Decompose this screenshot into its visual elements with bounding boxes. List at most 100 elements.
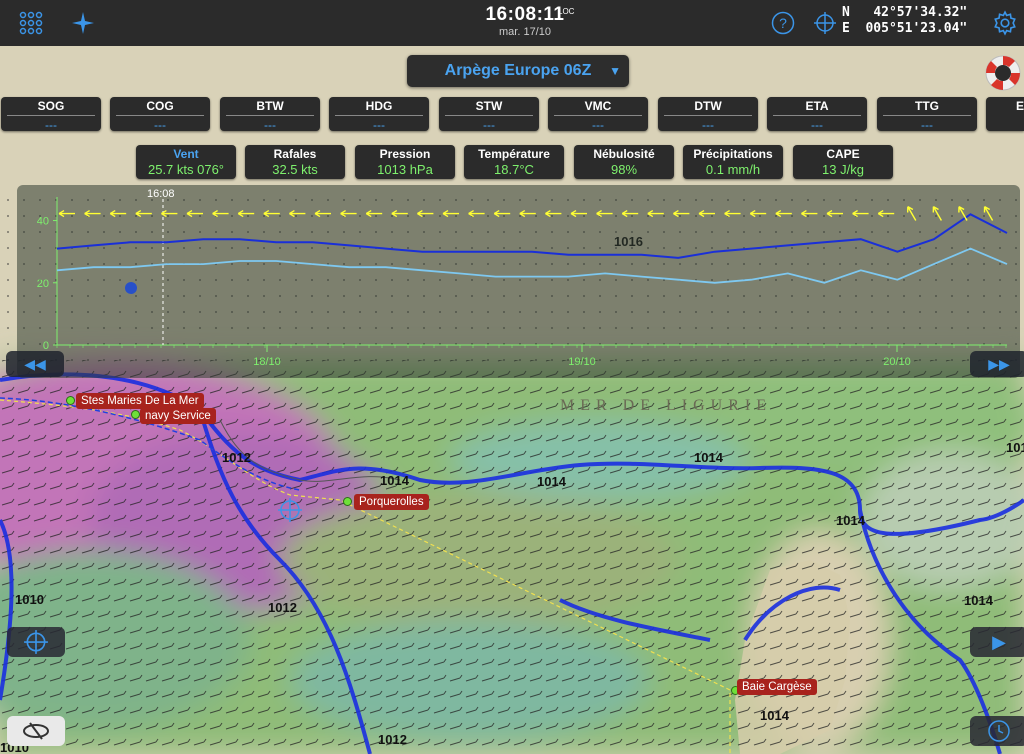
weather-precipitation[interactable]: Précipitations 0.1 mm/h bbox=[683, 145, 783, 179]
lat-hemisphere: N bbox=[842, 5, 850, 20]
wind-direction-arrow bbox=[801, 209, 818, 218]
waypoint-dot[interactable] bbox=[343, 497, 352, 506]
weather-value: 25.7 kts 076° bbox=[147, 162, 225, 177]
instrument-eta[interactable]: ETA --- bbox=[767, 97, 867, 132]
map-rotation-button[interactable] bbox=[7, 716, 65, 746]
weather-label: Rafales bbox=[273, 147, 317, 161]
grid-menu-icon[interactable] bbox=[16, 8, 46, 38]
isobar-label: 1014 bbox=[964, 593, 994, 608]
weather-cloud-cover[interactable]: Nébulosité 98% bbox=[574, 145, 674, 179]
isobar-label: 1012 bbox=[378, 732, 407, 747]
wind-direction-arrow bbox=[519, 209, 536, 218]
place-label-navy-service[interactable]: navy Service bbox=[140, 408, 216, 424]
instrument-hdg[interactable]: HDG --- bbox=[329, 97, 429, 132]
weather-wind[interactable]: Vent 25.7 kts 076° bbox=[136, 145, 236, 179]
clock-icon bbox=[988, 720, 1010, 742]
crosshair-icon[interactable] bbox=[810, 8, 840, 38]
place-label-baie-cargese[interactable]: Baie Cargèse bbox=[737, 679, 817, 695]
wind-direction-arrow bbox=[907, 206, 917, 221]
weather-temperature[interactable]: Température 18.7°C bbox=[464, 145, 564, 179]
instrument-cog[interactable]: COG --- bbox=[110, 97, 210, 132]
instrument-label: DTW bbox=[694, 99, 722, 113]
weather-gusts[interactable]: Rafales 32.5 kts bbox=[245, 145, 345, 179]
weather-pressure[interactable]: Pression 1013 hPa bbox=[355, 145, 455, 179]
wind-direction-arrow bbox=[84, 209, 101, 218]
x-tick-label: 18/10 bbox=[253, 356, 281, 368]
weather-value: 18.7°C bbox=[494, 162, 534, 177]
instrument-label: TTG bbox=[915, 99, 939, 113]
isobar-label: 1014 bbox=[694, 450, 724, 465]
instrument-value: --- bbox=[483, 118, 495, 132]
wind-direction-arrow bbox=[391, 209, 408, 218]
wind-direction-arrow bbox=[314, 209, 331, 218]
instrument-value: --- bbox=[264, 118, 276, 132]
time-clock-button[interactable] bbox=[970, 716, 1024, 746]
place-label-stes-maries[interactable]: Stes Maries De La Mer bbox=[76, 393, 204, 409]
weather-model-label: Arpège Europe 06Z bbox=[444, 62, 592, 79]
sea-label: MER DE LIGURIE bbox=[560, 397, 772, 414]
graph-back-button[interactable]: ◀◀ bbox=[6, 351, 64, 377]
wind-direction-arrow bbox=[442, 209, 459, 218]
wind-direction-arrow bbox=[647, 209, 664, 218]
wind-direction-arrow bbox=[468, 209, 485, 218]
help-icon[interactable]: ? bbox=[768, 8, 798, 38]
instrument-label: SOG bbox=[37, 99, 65, 113]
dropdown-caret-icon: ▼ bbox=[609, 64, 621, 78]
wind-direction-arrow bbox=[983, 206, 994, 221]
y-tick-label: 20 bbox=[37, 278, 49, 290]
settings-gear-icon[interactable] bbox=[990, 8, 1020, 38]
instrument-label: ETA bbox=[805, 99, 829, 113]
isobar-label: 1014 bbox=[537, 474, 567, 489]
instrument-ttg[interactable]: TTG --- bbox=[877, 97, 977, 132]
instrument-btw[interactable]: BTW --- bbox=[220, 97, 320, 132]
y-tick-label: 40 bbox=[37, 216, 49, 228]
instrument-label: VMC bbox=[584, 99, 612, 113]
instrument-value: --- bbox=[921, 118, 933, 132]
series-line bbox=[56, 213, 1008, 259]
instrument-value: --- bbox=[154, 118, 166, 132]
clock: 16:08:11 LOC mar. 17/10 bbox=[470, 4, 580, 38]
lon-hemisphere: E bbox=[842, 21, 850, 36]
lifebuoy-icon[interactable] bbox=[983, 53, 1023, 93]
instrument-label: STW bbox=[475, 99, 503, 113]
instrument-value: --- bbox=[45, 118, 57, 132]
instrument-vmc[interactable]: VMC --- bbox=[548, 97, 648, 132]
wind-direction-arrow bbox=[58, 209, 75, 218]
weather-label: Pression bbox=[379, 147, 431, 161]
x-tick-label: 20/10 bbox=[883, 356, 911, 368]
rotate-map-icon bbox=[23, 722, 49, 740]
isobar-label: 1014 bbox=[760, 708, 790, 723]
weather-value: 0.1 mm/h bbox=[705, 162, 761, 177]
waypoint-dot[interactable] bbox=[66, 396, 75, 405]
wind-direction-arrow bbox=[852, 209, 869, 218]
instrument-e[interactable]: E bbox=[986, 97, 1024, 131]
waypoint-dot[interactable] bbox=[131, 410, 140, 419]
wind-direction-arrow bbox=[698, 209, 715, 218]
instrument-value: --- bbox=[702, 118, 714, 132]
instrument-dtw[interactable]: DTW --- bbox=[658, 97, 758, 132]
wind-direction-arrow bbox=[340, 209, 357, 218]
x-tick-label: 19/10 bbox=[568, 356, 596, 368]
instrument-value: --- bbox=[373, 118, 385, 132]
play-forecast-button[interactable]: ▶ bbox=[970, 627, 1024, 657]
center-on-boat-button[interactable] bbox=[7, 627, 65, 657]
weather-value: 32.5 kts bbox=[272, 162, 318, 177]
weather-cape[interactable]: CAPE 13 J/kg bbox=[793, 145, 893, 179]
place-label-porquerolles[interactable]: Porquerolles bbox=[354, 494, 429, 510]
wind-direction-arrow bbox=[932, 206, 943, 221]
isobar-label: 1014 bbox=[836, 513, 866, 528]
wind-direction-arrow bbox=[673, 209, 690, 218]
instrument-sog[interactable]: SOG --- bbox=[1, 97, 101, 132]
graph-forward-button[interactable]: ▶▶ bbox=[970, 351, 1024, 377]
compass-star-icon[interactable] bbox=[68, 8, 98, 38]
isobar-label: 1014 bbox=[380, 473, 410, 488]
wind-direction-arrow bbox=[263, 209, 280, 218]
weather-value: 1013 hPa bbox=[377, 162, 433, 177]
instrument-stw[interactable]: STW --- bbox=[439, 97, 539, 132]
instrument-label: E bbox=[1016, 99, 1024, 113]
wind-direction-arrow bbox=[289, 209, 306, 218]
wind-time-graph[interactable]: 40 20 0 18/10 19/10 20/10 16:08 bbox=[17, 185, 1020, 378]
weather-model-selector[interactable]: Arpège Europe 06Z ▼ bbox=[407, 55, 629, 87]
wind-direction-arrow bbox=[365, 209, 383, 218]
wind-direction-arrow bbox=[135, 209, 152, 218]
